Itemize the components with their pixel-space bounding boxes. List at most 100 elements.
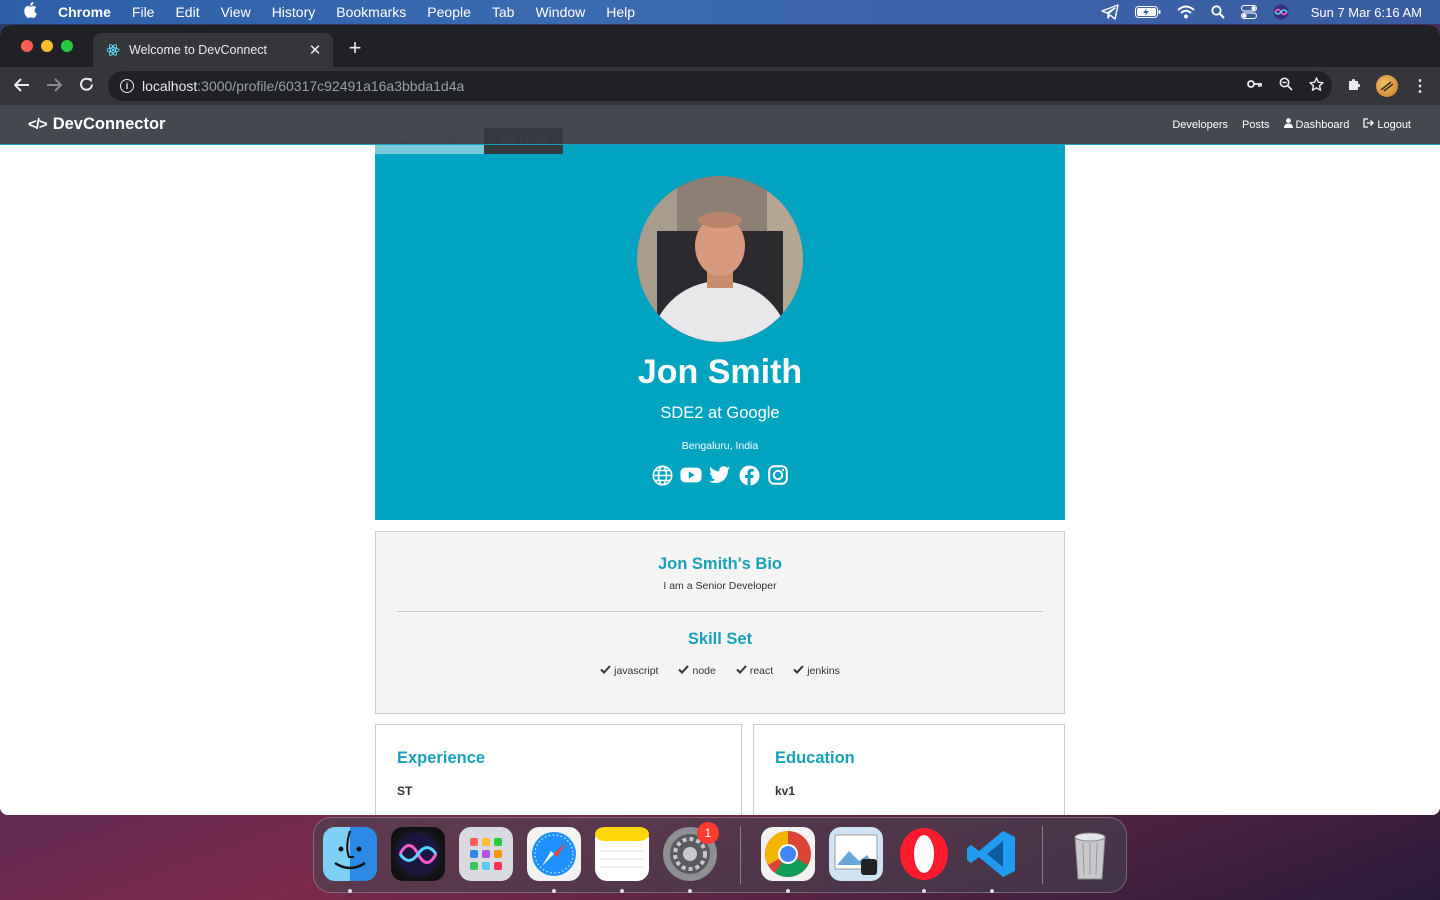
profile-avatar-icon[interactable] [1376, 75, 1398, 97]
reload-icon[interactable] [70, 76, 102, 97]
bio-title: Jon Smith's Bio [657, 555, 783, 573]
experience-card: Experience ST [375, 724, 742, 815]
macos-menu-bar: Chrome File Edit View History Bookmarks … [0, 0, 1440, 24]
chrome-menu-icon[interactable]: ⋮ [1412, 76, 1428, 96]
finder-icon[interactable] [323, 827, 377, 881]
siri-icon[interactable] [1273, 0, 1289, 24]
macos-dock [313, 817, 1127, 893]
extensions-puzzle-icon[interactable] [1347, 77, 1362, 96]
skill-item: react [736, 665, 773, 677]
launchpad-icon[interactable] [459, 827, 513, 881]
opera-icon[interactable] [897, 827, 951, 881]
instagram-icon[interactable] [767, 464, 789, 486]
apple-menu-icon[interactable] [20, 1, 40, 23]
user-icon [1283, 118, 1293, 131]
react-favicon-icon [106, 43, 120, 57]
avatar [637, 176, 803, 342]
back-arrow-icon[interactable] [6, 76, 38, 97]
nav-logout-link[interactable]: Logout [1363, 118, 1411, 131]
skill-item: jenkins [793, 665, 840, 677]
trash-icon[interactable] [1063, 827, 1117, 881]
menu-edit[interactable]: Edit [175, 4, 199, 20]
vscode-icon[interactable] [965, 827, 1019, 881]
running-indicator [620, 889, 624, 893]
skills-title: Skill Set [687, 630, 753, 648]
profile-location: Bengaluru, India [681, 440, 759, 452]
menu-file[interactable]: File [132, 4, 155, 20]
check-icon [736, 665, 747, 677]
skill-item: node [678, 665, 716, 677]
skill-item: javascript [600, 665, 658, 677]
zoom-icon[interactable] [1279, 77, 1293, 95]
nav-logout-label: Logout [1377, 118, 1411, 131]
forward-arrow-icon[interactable] [38, 76, 70, 97]
dock-separator [740, 826, 741, 884]
telegram-icon[interactable] [1101, 0, 1119, 24]
running-indicator [922, 889, 926, 893]
key-icon[interactable] [1247, 77, 1263, 95]
youtube-icon[interactable] [680, 464, 702, 486]
bio-divider [397, 611, 1043, 612]
wifi-icon[interactable] [1177, 0, 1195, 24]
experience-company: ST [397, 784, 413, 798]
skills-list: javascript node react jenkins [376, 665, 1064, 677]
bio-card: Jon Smith's Bio I am a Senior Developer … [375, 531, 1065, 714]
chrome-icon[interactable] [761, 827, 815, 881]
menu-view[interactable]: View [221, 4, 251, 20]
siri-icon[interactable] [391, 827, 445, 881]
bio-text: I am a Senior Developer [663, 580, 777, 592]
app-navbar: </> DevConnector Developers Posts Dashbo… [0, 105, 1440, 145]
skill-label: jenkins [807, 665, 840, 677]
safari-icon[interactable] [527, 827, 581, 881]
preview-icon[interactable] [829, 827, 883, 881]
running-indicator [990, 889, 994, 893]
close-tab-icon[interactable]: ✕ [305, 41, 325, 59]
chrome-window: Welcome to DevConnect ✕ + i localhost:30… [0, 25, 1440, 815]
brand-link[interactable]: </> DevConnector [28, 115, 165, 134]
education-card: Education kv1 [753, 724, 1065, 815]
skill-label: react [749, 665, 774, 677]
social-links [375, 464, 1065, 486]
menu-bookmarks[interactable]: Bookmarks [336, 4, 406, 20]
facebook-icon[interactable] [738, 464, 760, 486]
address-bar[interactable]: i localhost:3000/profile/60317c92491a16a… [108, 71, 1332, 101]
menu-tab[interactable]: Tab [492, 4, 515, 20]
education-title: Education [775, 749, 855, 767]
control-center-icon[interactable] [1240, 0, 1257, 24]
browser-toolbar: i localhost:3000/profile/60317c92491a16a… [0, 67, 1440, 105]
nav-posts-link[interactable]: Posts [1242, 118, 1270, 131]
minimize-window-button[interactable] [41, 40, 53, 52]
skill-label: javascript [614, 665, 659, 677]
tab-strip: Welcome to DevConnect ✕ + [0, 25, 1440, 67]
education-school: kv1 [775, 784, 796, 798]
dock-separator [1042, 826, 1043, 884]
menu-bar-clock[interactable]: Sun 7 Mar 6:16 AM [1311, 0, 1422, 24]
nav-dashboard-link[interactable]: Dashboard [1283, 118, 1350, 131]
nav-developers-link[interactable]: Developers [1172, 118, 1228, 131]
globe-icon[interactable] [651, 464, 673, 486]
running-indicator [688, 889, 692, 893]
spotlight-icon[interactable] [1211, 0, 1225, 24]
menu-history[interactable]: History [272, 4, 316, 20]
battery-icon[interactable] [1134, 0, 1161, 24]
running-indicator [552, 889, 556, 893]
nav-dashboard-label: Dashboard [1295, 118, 1350, 131]
skill-label: node [692, 665, 716, 677]
twitter-icon[interactable] [709, 464, 731, 486]
menu-window[interactable]: Window [535, 4, 585, 20]
new-tab-icon[interactable]: + [344, 36, 366, 60]
menu-app-name[interactable]: Chrome [58, 4, 111, 20]
tab-title: Welcome to DevConnect [129, 43, 268, 57]
notes-icon[interactable] [595, 827, 649, 881]
check-icon [600, 665, 611, 677]
tab-devconnect[interactable]: Welcome to DevConnect ✕ [93, 33, 333, 67]
bookmark-star-icon[interactable] [1309, 77, 1324, 95]
profile-name: Jon Smith [637, 353, 803, 391]
menu-people[interactable]: People [427, 4, 471, 20]
code-icon: </> [28, 116, 48, 133]
menu-help[interactable]: Help [606, 4, 635, 20]
sign-out-icon [1363, 118, 1375, 131]
zoom-window-button[interactable] [61, 40, 73, 52]
close-window-button[interactable] [21, 40, 33, 52]
site-info-icon[interactable]: i [120, 79, 134, 93]
